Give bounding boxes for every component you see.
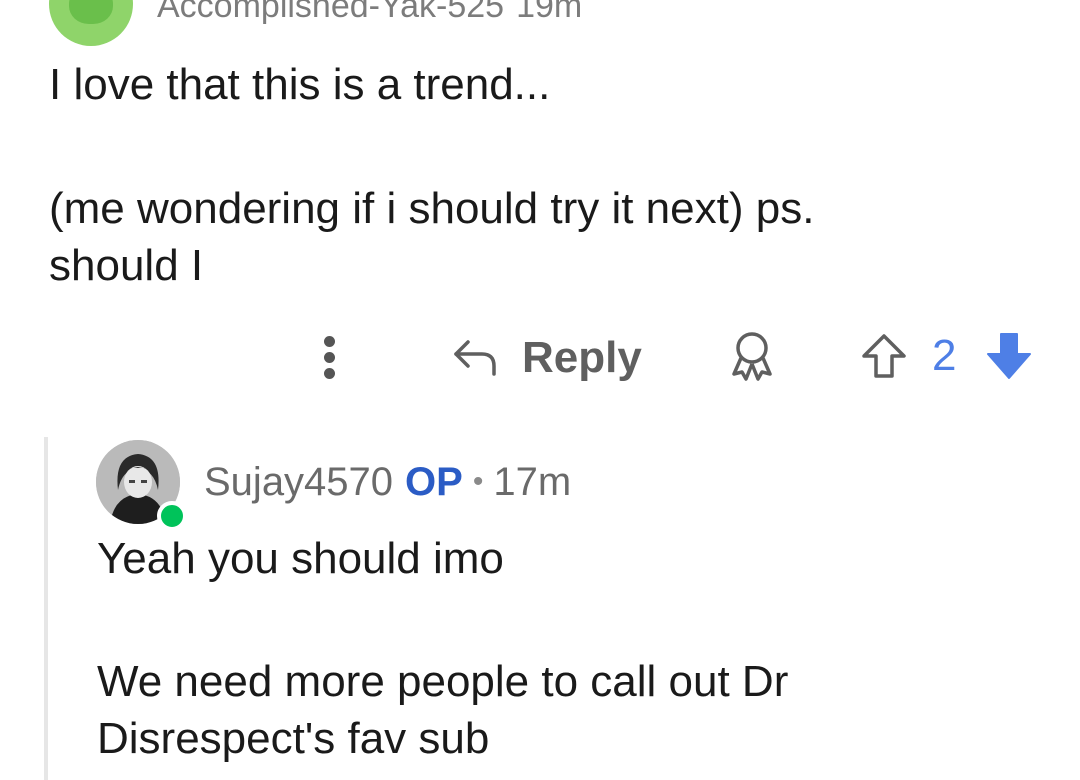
comment-body-line: Yeah you should imo (97, 534, 504, 583)
comment-author-name[interactable]: Sujay4570 (204, 460, 393, 504)
reply-button[interactable]: Reply (452, 328, 642, 388)
more-options-icon[interactable] (320, 334, 340, 380)
thread-line[interactable] (44, 437, 48, 780)
reply-label: Reply (522, 333, 642, 382)
comment-author-meta: Sujay4570 OP • 17m (204, 460, 571, 508)
vote-count: 2 (932, 331, 957, 380)
avatar[interactable] (49, 0, 133, 46)
award-icon[interactable] (728, 330, 776, 382)
reply-arrow-icon (454, 340, 496, 376)
online-status-indicator (157, 501, 187, 531)
upvote-arrow-icon[interactable] (860, 332, 908, 380)
meta-separator: • (472, 465, 484, 498)
comment-body-line: should I (49, 241, 204, 290)
comment-body-line: (me wondering if i should try it next) p… (49, 184, 815, 233)
op-badge: OP (405, 460, 463, 504)
comment-timestamp: 17m (493, 460, 572, 504)
comment-author-meta: Accomplished-Yak-525 19m (157, 0, 582, 26)
snoo-avatar-icon (69, 0, 113, 24)
comment-body-line: We need more people to call out Dr (97, 657, 789, 706)
comment-author-name[interactable]: Accomplished-Yak-525 (157, 0, 504, 25)
comment-body-line: I love that this is a trend... (49, 60, 551, 109)
downvote-arrow-icon[interactable] (984, 330, 1034, 382)
comment-body-line: Disrespect's fav sub (97, 714, 490, 763)
comment-timestamp: 19m (516, 0, 583, 25)
